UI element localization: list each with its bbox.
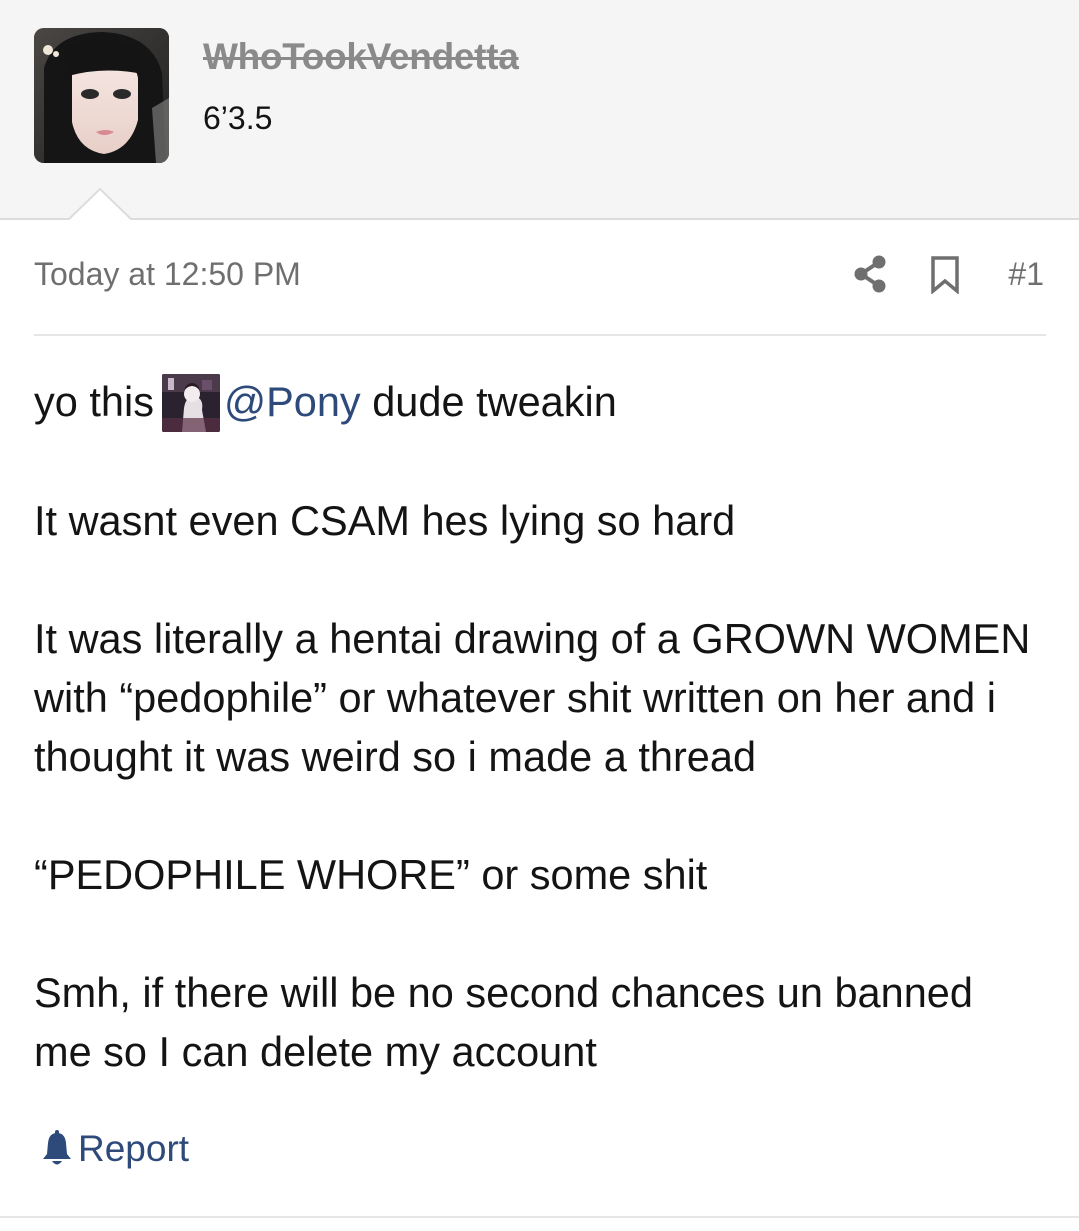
post-date[interactable]: Today at 12:50 PM xyxy=(34,256,301,293)
mention-avatar-image xyxy=(161,374,220,432)
share-icon[interactable] xyxy=(852,254,888,294)
post-text-after-mention: dude tweakin xyxy=(372,378,617,425)
user-avatar[interactable] xyxy=(34,28,169,163)
post-body: yo this @Pony dude tweakin It wasnt even… xyxy=(34,372,1046,1140)
mention-avatar xyxy=(161,374,220,432)
report-label: Report xyxy=(78,1128,190,1169)
post-meta-bar: Today at 12:50 PM #1 xyxy=(34,238,1046,336)
avatar-image xyxy=(34,28,169,163)
bookmark-icon[interactable] xyxy=(930,256,960,294)
post-paragraph-5: Smh, if there will be no second chances … xyxy=(34,969,973,1075)
user-header: WhoTookVendetta 6’3.5 xyxy=(0,0,1079,220)
post-paragraph-2: It wasnt even CSAM hes lying so hard xyxy=(34,497,736,544)
bell-icon xyxy=(43,1130,71,1165)
post-paragraph-4: “PEDOPHILE WHORE” or some shit xyxy=(34,851,708,898)
post-number-link[interactable]: #1 xyxy=(1008,256,1044,293)
header-pointer-arrow xyxy=(69,188,131,220)
post-paragraph-3: It was literally a hentai drawing of a G… xyxy=(34,615,1031,780)
post-text-before-mention: yo this xyxy=(34,378,154,425)
post-divider xyxy=(0,1216,1079,1218)
report-button[interactable]: Report xyxy=(40,1124,189,1174)
user-title: 6’3.5 xyxy=(203,100,273,136)
post-line-1: yo this @Pony dude tweakin xyxy=(34,372,1046,432)
username[interactable]: WhoTookVendetta xyxy=(203,36,519,78)
mention-link[interactable]: @Pony xyxy=(224,378,361,425)
